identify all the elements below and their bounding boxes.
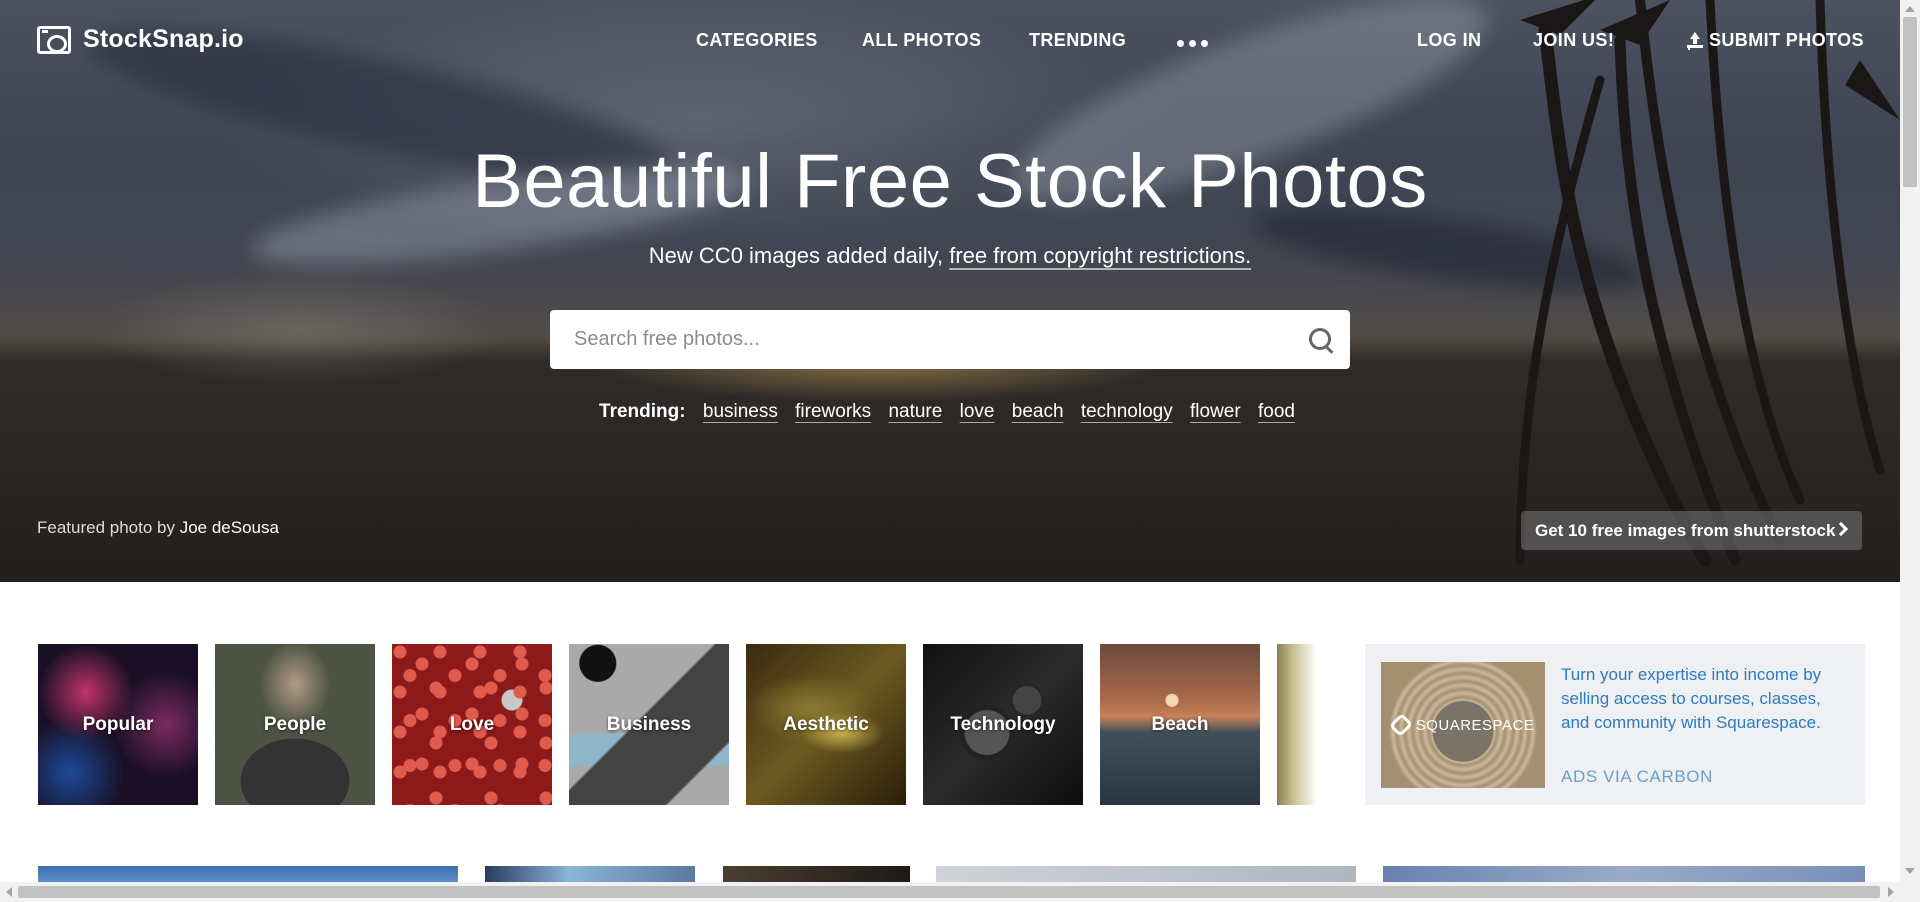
trending-tag[interactable]: business — [703, 401, 778, 422]
more-dots-icon[interactable] — [1177, 40, 1208, 47]
nav-join[interactable]: JOIN US! — [1533, 30, 1614, 51]
hero-headline: Beautiful Free Stock Photos — [472, 139, 1428, 224]
trending-tag[interactable]: fireworks — [795, 401, 871, 422]
category-label: Popular — [82, 713, 154, 735]
category-tiles: Popular People Love Business Aesthetic T… — [38, 644, 1317, 805]
featured-credit: Featured photo by Joe deSousa — [37, 518, 279, 538]
scroll-up-icon[interactable] — [1905, 6, 1915, 12]
copyright-link[interactable]: free from copyright restrictions. — [949, 243, 1251, 268]
featured-prefix: Featured photo by — [37, 518, 180, 537]
search-input[interactable] — [550, 310, 1290, 369]
upload-icon — [1687, 32, 1703, 48]
subline-text: New CC0 images added daily, — [648, 243, 950, 268]
category-popular[interactable]: Popular — [38, 644, 198, 805]
scroll-left-icon[interactable] — [6, 887, 12, 897]
scroll-right-icon[interactable] — [1888, 887, 1894, 897]
nav-categories[interactable]: CATEGORIES — [696, 30, 818, 51]
trending-tag[interactable]: technology — [1081, 401, 1173, 422]
shutterstock-button[interactable]: Get 10 free images from shutterstock — [1521, 511, 1862, 550]
hero-banner: StockSnap.io CATEGORIES ALL PHOTOS TREND… — [0, 0, 1900, 582]
scroll-thumb[interactable] — [1903, 17, 1917, 187]
camera-icon — [37, 25, 71, 54]
category-label: Love — [449, 713, 495, 735]
search-icon[interactable] — [1290, 310, 1350, 369]
category-next-partial[interactable] — [1277, 644, 1317, 805]
trending-tag[interactable]: love — [960, 401, 995, 422]
trending-tag[interactable]: beach — [1012, 401, 1064, 422]
category-label: Technology — [950, 713, 1056, 735]
site-logo[interactable]: StockSnap.io — [37, 25, 244, 54]
trending-tag[interactable]: food — [1258, 401, 1295, 422]
logo-text: StockSnap.io — [83, 25, 244, 53]
category-beach[interactable]: Beach — [1100, 644, 1260, 805]
search-bar — [550, 310, 1350, 369]
nav-all-photos[interactable]: ALL PHOTOS — [862, 30, 981, 51]
submit-label: SUBMIT PHOTOS — [1709, 30, 1864, 50]
carbon-ad[interactable]: SQUARESPACE Turn your expertise into inc… — [1365, 644, 1865, 805]
squarespace-logo-icon — [1388, 712, 1413, 738]
shutterstock-label: Get 10 free images from shutterstock — [1535, 520, 1836, 540]
ad-text[interactable]: Turn your expertise into income by selli… — [1561, 663, 1851, 735]
category-business[interactable]: Business — [569, 644, 729, 805]
category-label: Beach — [1151, 713, 1209, 735]
ads-via-carbon-link[interactable]: ADS VIA CARBON — [1561, 767, 1713, 787]
scroll-down-icon[interactable] — [1905, 868, 1915, 874]
nav-trending[interactable]: TRENDING — [1029, 30, 1126, 51]
palm-trees-silhouette — [1515, 0, 1900, 567]
trending-tag[interactable]: flower — [1190, 401, 1241, 422]
nav-submit-photos[interactable]: SUBMIT PHOTOS — [1687, 30, 1864, 51]
hero-subline: New CC0 images added daily, free from co… — [0, 243, 1900, 269]
category-people[interactable]: People — [215, 644, 375, 805]
nav-login[interactable]: LOG IN — [1417, 30, 1481, 51]
category-love[interactable]: Love — [392, 644, 552, 805]
category-label: Business — [606, 713, 692, 735]
vertical-scrollbar[interactable] — [1900, 0, 1920, 882]
ad-image[interactable]: SQUARESPACE — [1381, 662, 1545, 788]
category-aesthetic[interactable]: Aesthetic — [746, 644, 906, 805]
trending-tags: Trending: business fireworks nature love… — [0, 401, 1900, 423]
category-technology[interactable]: Technology — [923, 644, 1083, 805]
chevron-right-icon — [1833, 521, 1849, 537]
horizontal-scrollbar[interactable] — [0, 882, 1920, 902]
ad-image-text: SQUARESPACE — [1415, 716, 1535, 734]
scroll-thumb[interactable] — [18, 886, 1880, 898]
trending-tag[interactable]: nature — [888, 401, 942, 422]
category-label: People — [263, 713, 327, 735]
featured-author-link[interactable]: Joe deSousa — [180, 518, 279, 537]
trending-label: Trending: — [599, 401, 686, 422]
category-label: Aesthetic — [783, 713, 869, 735]
